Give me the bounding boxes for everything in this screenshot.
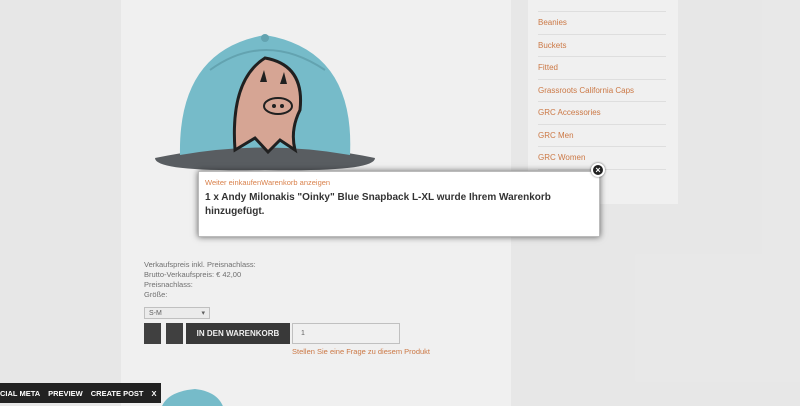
admin-close-button[interactable]: X	[148, 389, 161, 398]
cart-added-message: 1 x Andy Milonakis "Oinky" Blue Snapback…	[205, 192, 551, 217]
cart-modal: Weiter einkaufenWarenkorb anzeigen 1 x A…	[198, 163, 605, 237]
view-cart-link[interactable]: Warenkorb anzeigen	[261, 178, 330, 187]
modal-links: Weiter einkaufenWarenkorb anzeigen	[205, 178, 593, 187]
preview-button[interactable]: PREVIEW	[44, 389, 87, 398]
close-icon[interactable]: ×	[591, 163, 605, 177]
continue-shopping-link[interactable]: Weiter einkaufen	[205, 178, 261, 187]
create-post-button[interactable]: CREATE POST	[87, 389, 148, 398]
admin-toolbar: CIAL META PREVIEW CREATE POST X	[0, 383, 161, 403]
social-meta-button[interactable]: CIAL META	[0, 389, 44, 398]
